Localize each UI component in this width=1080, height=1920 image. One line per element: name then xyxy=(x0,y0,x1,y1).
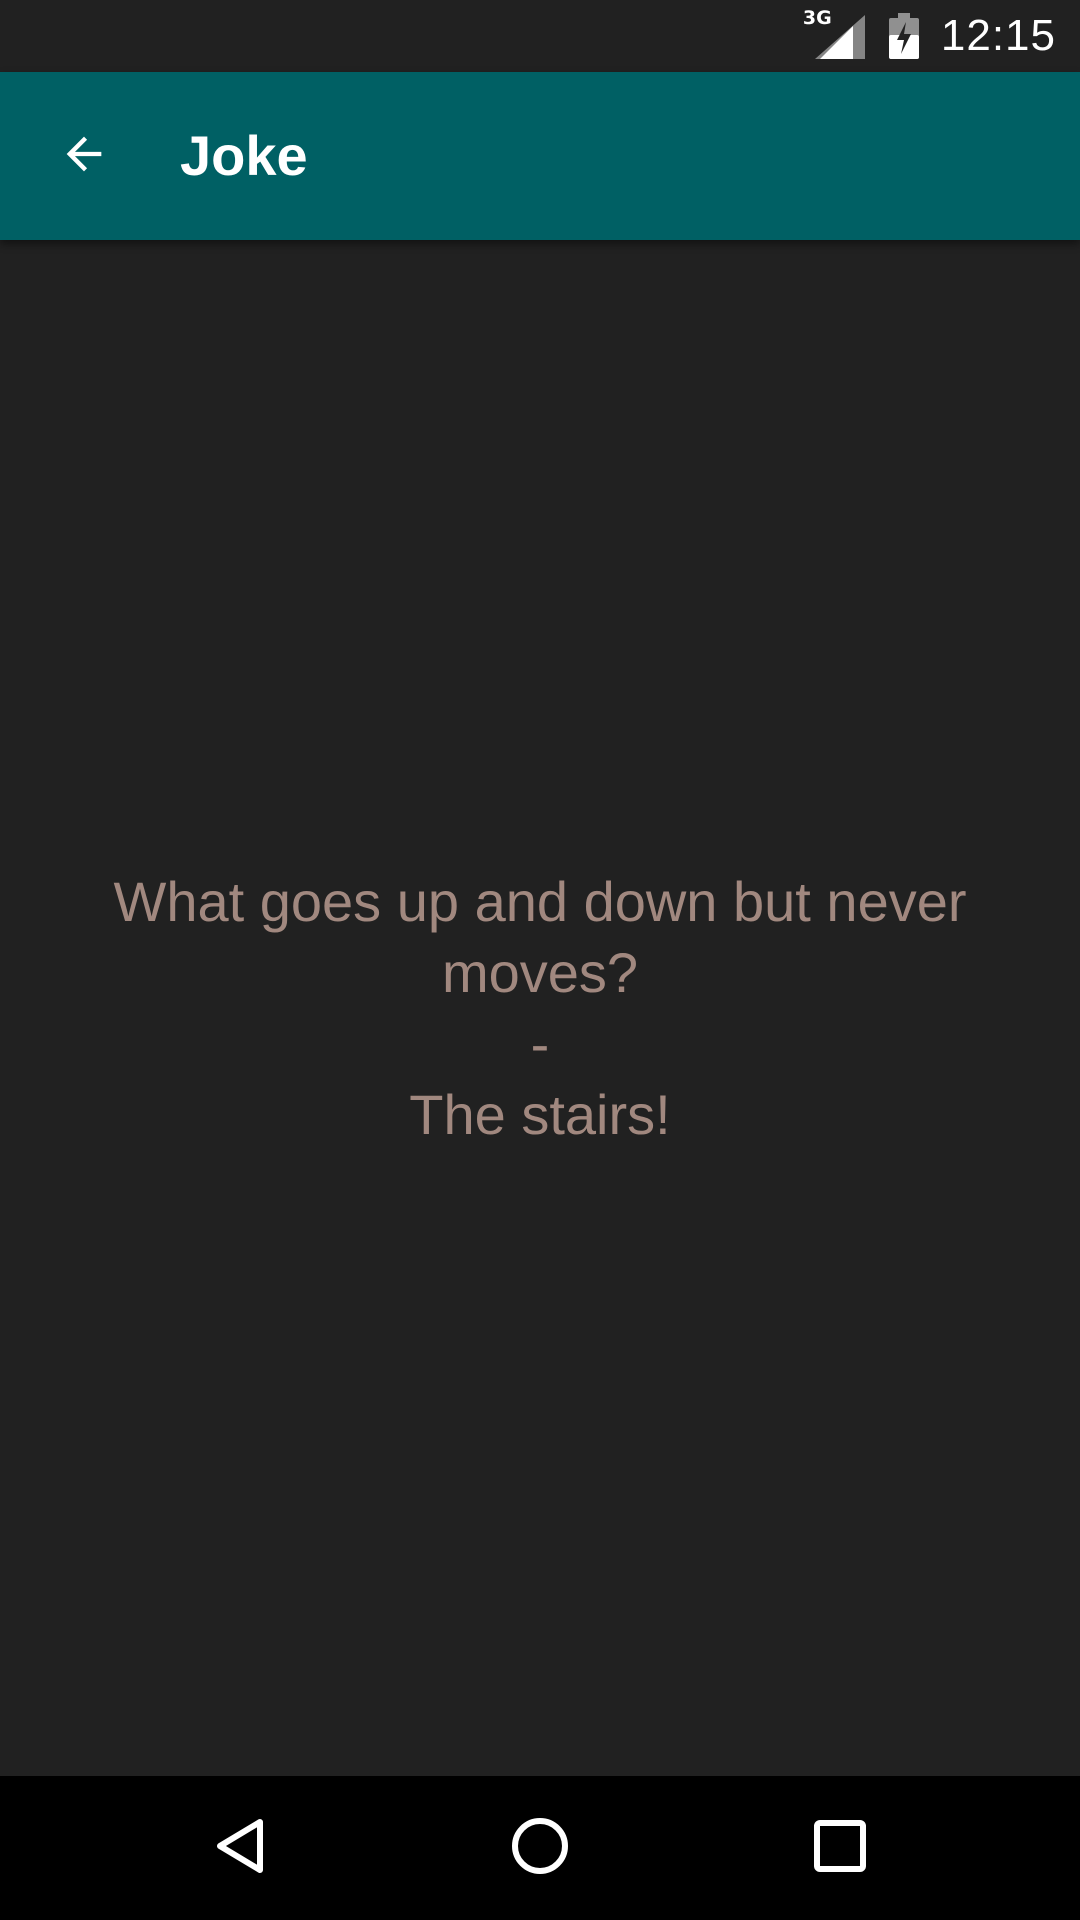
battery-charging-icon xyxy=(888,13,919,59)
page-title: Joke xyxy=(180,124,308,187)
recents-square-icon xyxy=(812,1818,868,1879)
nav-home-button[interactable] xyxy=(460,1776,620,1920)
joke-content: What goes up and down but never moves? -… xyxy=(0,240,1080,1776)
nav-back-button[interactable] xyxy=(160,1776,320,1920)
app-bar: Joke xyxy=(0,72,1080,240)
signal-indicator: 3G xyxy=(803,7,867,59)
joke-question: What goes up and down but never moves? xyxy=(113,870,967,1004)
status-icons: 3G 12:15 xyxy=(803,0,1056,72)
back-button[interactable] xyxy=(36,108,132,204)
home-circle-icon xyxy=(510,1816,570,1881)
back-triangle-icon xyxy=(212,1816,268,1881)
nav-recents-button[interactable] xyxy=(760,1776,920,1920)
arrow-back-icon xyxy=(58,128,110,185)
screen: 3G 12:15 Joke What goes up and down but … xyxy=(0,0,1080,1920)
navigation-bar xyxy=(0,1776,1080,1920)
joke-answer: The stairs! xyxy=(409,1083,671,1146)
clock: 12:15 xyxy=(940,11,1056,60)
status-bar: 3G 12:15 xyxy=(0,0,1080,72)
joke-text: What goes up and down but never moves? -… xyxy=(50,866,1030,1150)
joke-separator: - xyxy=(530,1012,550,1075)
